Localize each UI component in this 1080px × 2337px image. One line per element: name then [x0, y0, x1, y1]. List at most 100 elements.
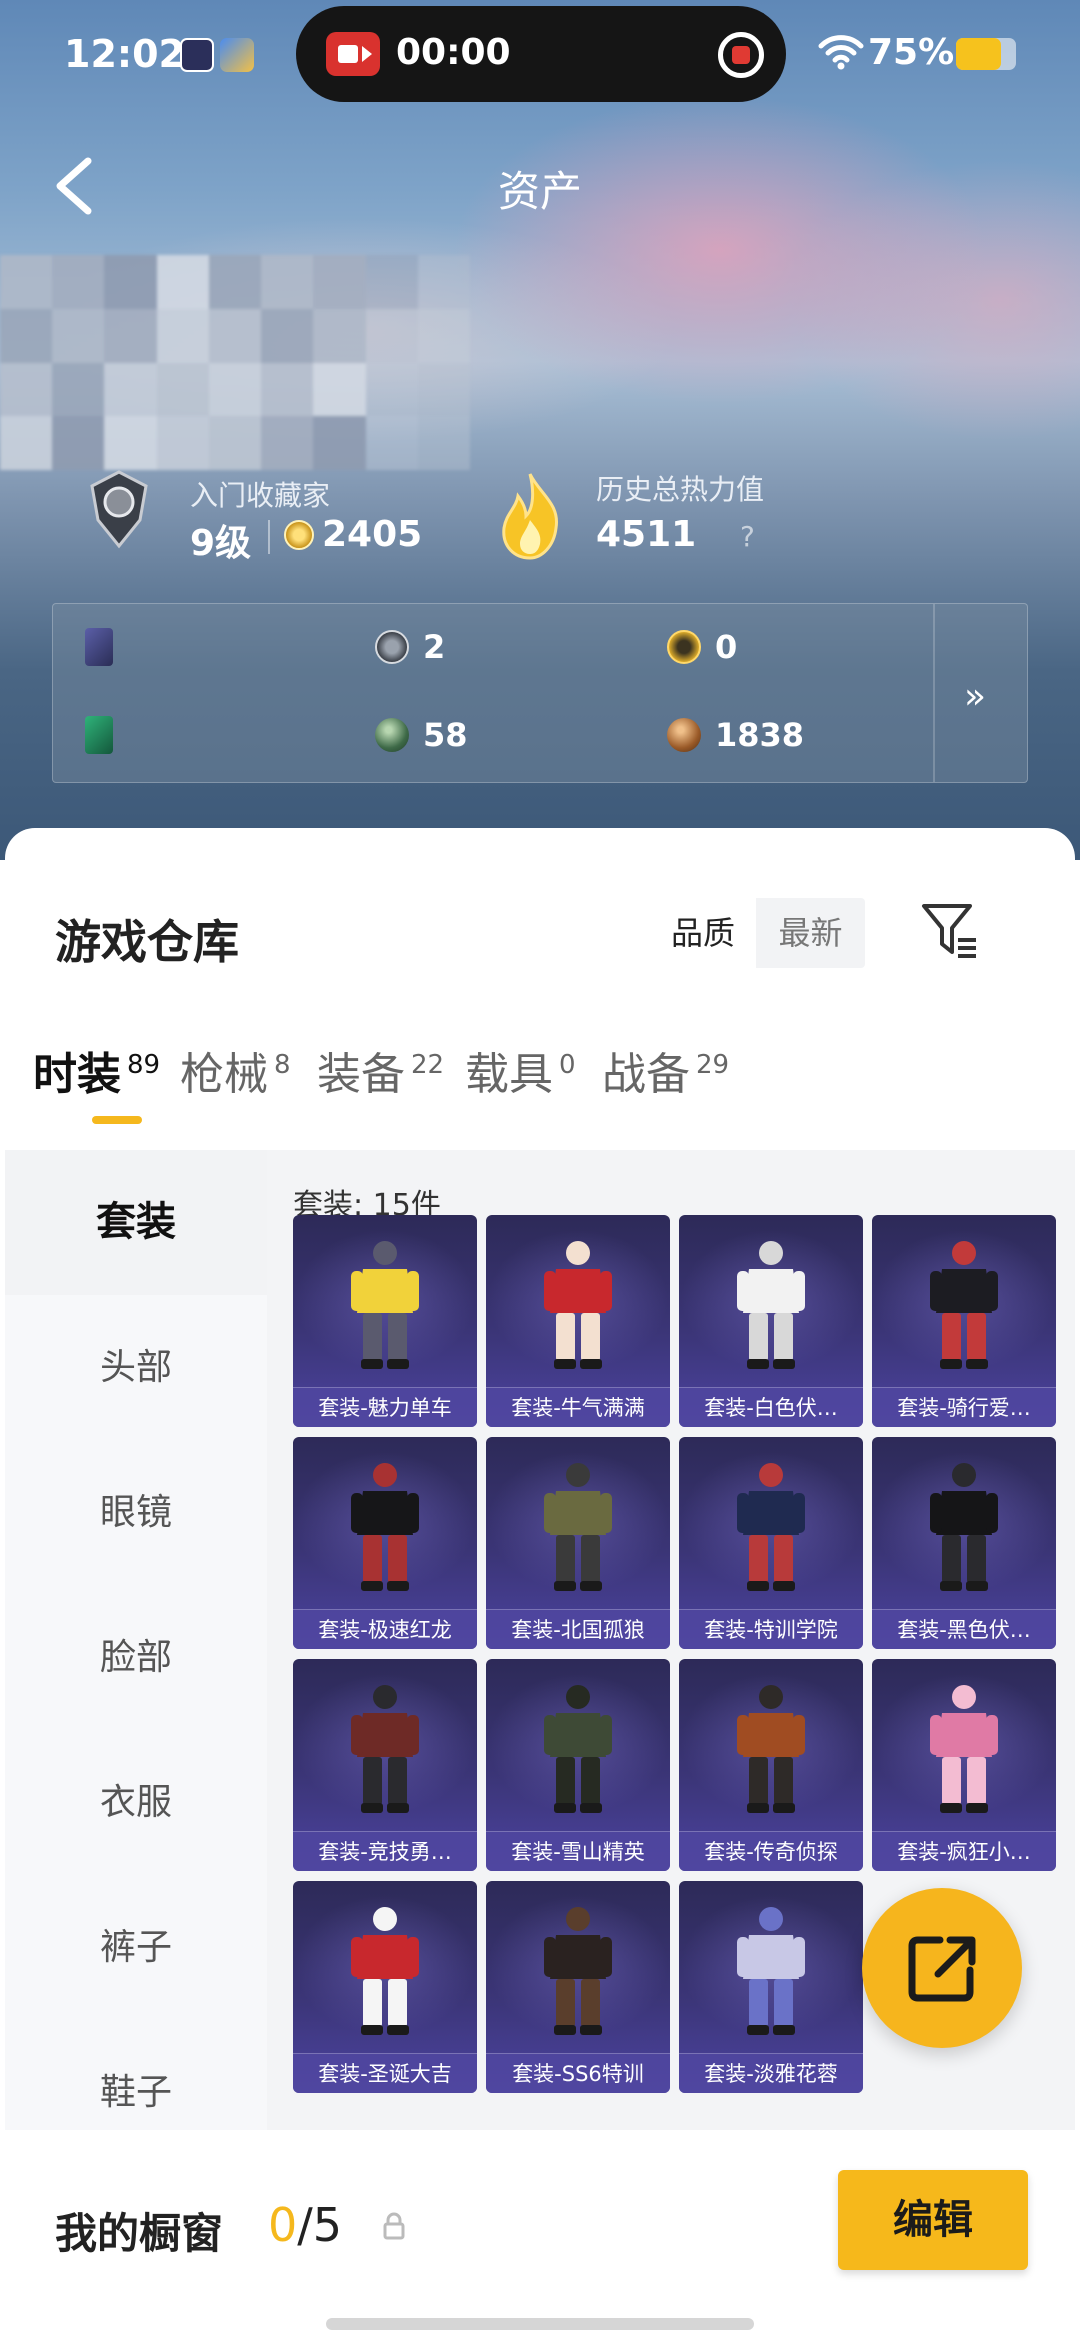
mosaic-cell	[365, 255, 418, 309]
sidebar-item-glasses[interactable]: 眼镜	[5, 1440, 267, 1585]
mosaic-cell	[156, 416, 209, 470]
home-indicator	[326, 2318, 754, 2330]
share-icon	[908, 1936, 976, 2002]
app-notification-icon	[220, 38, 254, 72]
stat-item: 6	[85, 628, 113, 666]
help-icon[interactable]: ?	[740, 520, 755, 553]
outfit-thumbnail-icon	[930, 1241, 998, 1369]
mosaic-cell	[417, 308, 470, 363]
warehouse-sheet: 游戏仓库 品质 最新 时装 89 枪械 8 装备 22 载具 0 战备 29 套装 头部 …	[5, 828, 1075, 2337]
outfit-card-label: 套装-极速红龙	[293, 1609, 477, 1649]
tab-label: 时装	[33, 1049, 121, 1100]
sidebar-item-clothes[interactable]: 衣服	[5, 1730, 267, 1875]
mosaic-cell	[156, 255, 209, 309]
tab-count: 8	[274, 1050, 291, 1081]
stop-recording-icon[interactable]	[718, 32, 764, 78]
page-title: 资产	[497, 167, 582, 216]
mosaic-cell	[208, 362, 262, 417]
outfit-card-label: 套装-黑色伏…	[872, 1609, 1056, 1649]
outfit-thumbnail-icon	[737, 1463, 805, 1591]
outfit-card-label: 套装-圣诞大吉	[293, 2053, 477, 2093]
stat-value: 0	[715, 628, 738, 666]
screen-recording-pill[interactable]: 00:00	[296, 6, 786, 102]
mosaic-cell	[365, 308, 418, 363]
outfit-card-label: 套装-骑行爱…	[872, 1387, 1056, 1427]
outfit-card-label: 套装-白色伏…	[679, 1387, 863, 1427]
stat-item: 1838	[667, 716, 804, 754]
sidebar-item-pants[interactable]: 裤子	[5, 1875, 267, 2020]
gold-token-icon	[667, 630, 701, 664]
tab-fashion[interactable]: 时装 89	[33, 1038, 160, 1102]
tab-vehicles[interactable]: 载具 0	[465, 1038, 576, 1102]
mosaic-cell	[104, 308, 157, 363]
outfit-card[interactable]: 套装-北国孤狼	[486, 1437, 670, 1649]
outfit-thumbnail-icon	[930, 1685, 998, 1813]
sidebar-item-suits[interactable]: 套装	[5, 1150, 267, 1295]
active-tab-indicator	[92, 1116, 142, 1124]
tab-label: 载具	[465, 1049, 553, 1100]
lock-icon	[383, 2212, 405, 2240]
outfit-card[interactable]: 套装-雪山精英	[486, 1659, 670, 1871]
collector-badge-icon	[90, 470, 148, 549]
stat-value: 58	[423, 716, 468, 754]
mosaic-cell	[208, 416, 262, 470]
outfit-thumbnail-icon	[930, 1463, 998, 1591]
share-button[interactable]	[862, 1888, 1022, 2048]
sidebar-item-face[interactable]: 脸部	[5, 1585, 267, 1730]
mosaic-cell	[365, 416, 418, 470]
tab-label: 装备	[317, 1049, 405, 1100]
stat-value: 1838	[715, 716, 805, 754]
showcase-bar: 我的橱窗 0/5 编辑	[0, 2130, 1080, 2337]
tab-gear[interactable]: 战备 29	[602, 1038, 729, 1102]
outfit-card[interactable]: 套装-黑色伏…	[872, 1437, 1056, 1649]
filter-icon[interactable]	[920, 900, 980, 960]
battery-level-fill	[956, 38, 1001, 70]
outfit-card[interactable]: 套装-白色伏…	[679, 1215, 863, 1427]
collector-title: 入门收藏家	[190, 479, 331, 512]
outfit-thumbnail-icon	[737, 1241, 805, 1369]
outfit-card-label: 套装-北国孤狼	[486, 1609, 670, 1649]
edit-button[interactable]: 编辑	[838, 2170, 1028, 2270]
more-stats-arrow-icon[interactable]: »	[964, 676, 986, 717]
mosaic-cell	[0, 255, 53, 309]
outfit-card[interactable]: 套装-特训学院	[679, 1437, 863, 1649]
asset-stats-panel[interactable]: 6 2 0 0 58 1838	[52, 603, 1028, 783]
outfit-card[interactable]: 套装-极速红龙	[293, 1437, 477, 1649]
outfit-thumbnail-icon	[544, 1463, 612, 1591]
outfit-card[interactable]: 套装-SS6特训	[486, 1881, 670, 2093]
outfit-card[interactable]: 套装-竞技勇…	[293, 1659, 477, 1871]
status-time: 12:02	[64, 32, 185, 76]
mosaic-cell	[365, 362, 418, 417]
mosaic-cell	[0, 416, 53, 470]
sort-option-newest[interactable]: 最新	[756, 898, 865, 968]
outfit-card[interactable]: 套装-圣诞大吉	[293, 1881, 477, 2093]
tab-guns[interactable]: 枪械 8	[180, 1038, 291, 1102]
stat-item: 58	[375, 716, 468, 754]
outfit-card[interactable]: 套装-骑行爱…	[872, 1215, 1056, 1427]
mosaic-cell	[417, 255, 470, 309]
mosaic-cell	[261, 362, 314, 417]
gold-coin-icon	[284, 520, 314, 550]
sort-toggle: 品质 最新	[650, 898, 865, 968]
outfit-thumbnail-icon	[351, 1907, 419, 2035]
status-app-icons	[180, 38, 254, 72]
sidebar-item-head[interactable]: 头部	[5, 1295, 267, 1440]
outfit-card[interactable]: 套装-疯狂小…	[872, 1659, 1056, 1871]
mosaic-cell	[313, 362, 366, 417]
outfit-card[interactable]: 套装-魅力单车	[293, 1215, 477, 1427]
app-notification-icon	[180, 38, 214, 72]
mosaic-cell	[417, 362, 470, 417]
sort-option-quality[interactable]: 品质	[650, 898, 756, 968]
outfit-card[interactable]: 套装-传奇侦探	[679, 1659, 863, 1871]
outfit-card-label: 套装-淡雅花蓉	[679, 2053, 863, 2093]
bronze-coin-icon	[667, 718, 701, 752]
tab-count: 89	[127, 1050, 161, 1081]
mosaic-cell	[261, 308, 314, 363]
outfit-card-label: 套装-SS6特训	[486, 2053, 670, 2093]
mosaic-cell	[52, 416, 105, 470]
outfit-card[interactable]: 套装-淡雅花蓉	[679, 1881, 863, 2093]
mosaic-cell	[0, 308, 53, 363]
outfit-card[interactable]: 套装-牛气满满	[486, 1215, 670, 1427]
tab-equipment[interactable]: 装备 22	[317, 1038, 444, 1102]
showcase-count: 0/5	[268, 2198, 342, 2252]
